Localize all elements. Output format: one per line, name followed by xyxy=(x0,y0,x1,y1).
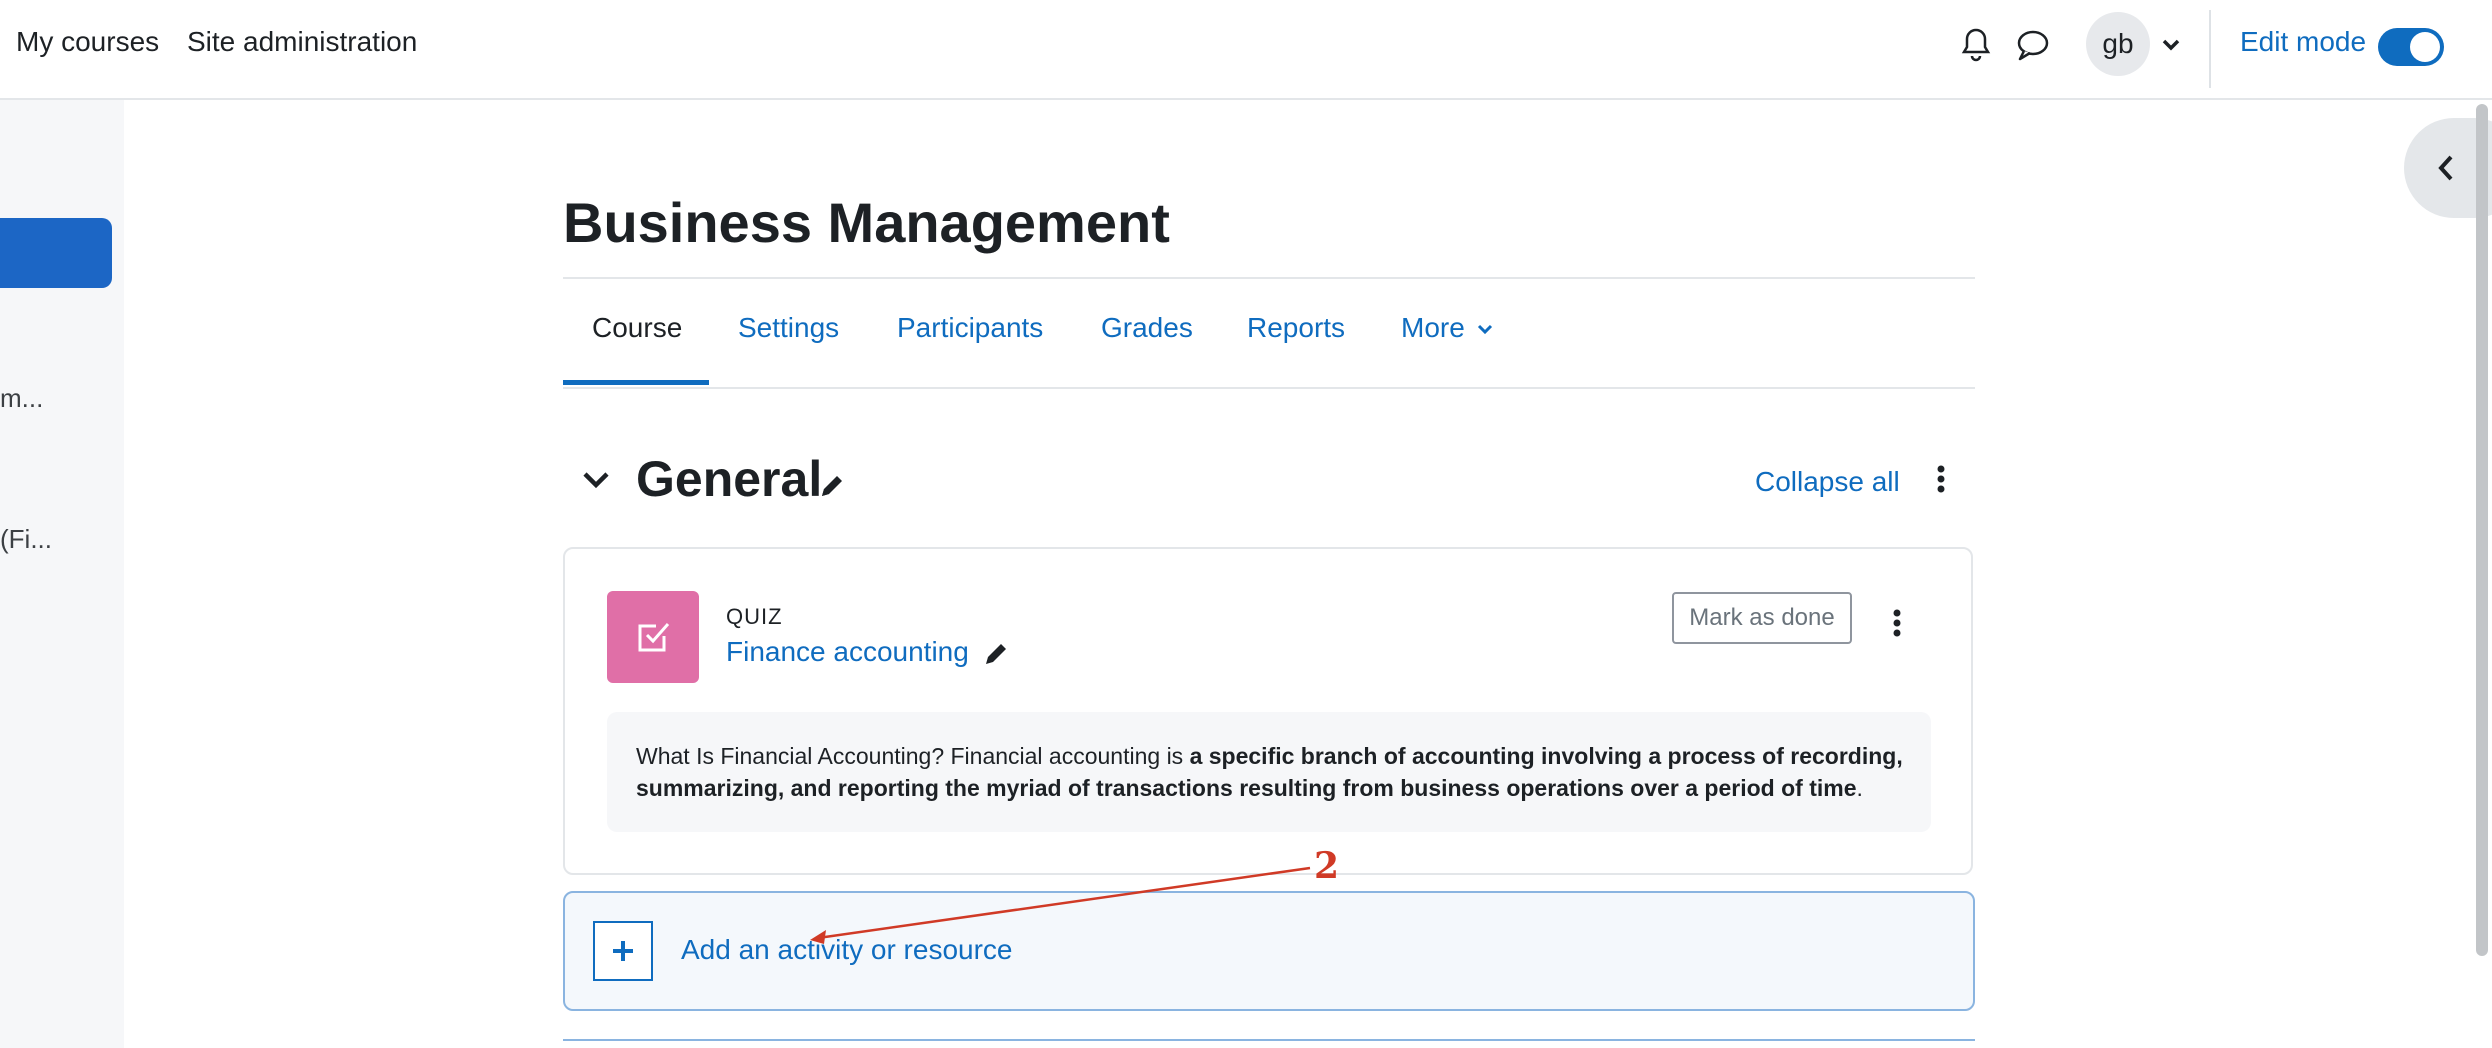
section-bottom-divider xyxy=(563,1039,1975,1041)
activity-type-label: QUIZ xyxy=(726,604,783,629)
tab-settings[interactable]: Settings xyxy=(738,312,839,344)
collapse-section-chevron-icon[interactable] xyxy=(582,470,610,495)
section-title: General xyxy=(636,451,823,507)
user-avatar[interactable]: gb xyxy=(2086,12,2150,76)
description-plain: What Is Financial Accounting? Financial … xyxy=(636,743,1190,769)
annotation-number: 2 xyxy=(1314,845,1340,887)
active-tab-indicator xyxy=(563,380,709,385)
description-end: . xyxy=(1856,775,1863,801)
add-activity-label[interactable]: Add an activity or resource xyxy=(681,934,1013,966)
tab-grades[interactable]: Grades xyxy=(1101,312,1193,344)
tab-reports[interactable]: Reports xyxy=(1247,312,1345,344)
bell-icon[interactable] xyxy=(1960,27,1992,68)
chevron-down-icon xyxy=(1477,324,1492,334)
edit-pencil-icon[interactable] xyxy=(818,472,846,505)
navbar-divider xyxy=(2209,10,2211,88)
toggle-knob xyxy=(2410,32,2440,62)
avatar-initials: gb xyxy=(2102,28,2134,59)
drawer-active-item[interactable] xyxy=(0,218,112,288)
edit-pencil-icon[interactable] xyxy=(982,640,1010,673)
course-index-drawer: m... (Fi... xyxy=(0,100,124,1048)
drawer-item-truncated-1[interactable]: m... xyxy=(0,383,43,414)
tab-participants[interactable]: Participants xyxy=(897,312,1043,344)
edit-mode-toggle[interactable] xyxy=(2378,28,2444,66)
page-scrollbar[interactable] xyxy=(2476,104,2488,956)
plus-icon[interactable] xyxy=(593,921,653,981)
top-navbar: My courses Site administration gb Edit m… xyxy=(0,0,2492,100)
mark-as-done-button[interactable]: Mark as done xyxy=(1672,592,1852,644)
tab-course[interactable]: Course xyxy=(592,312,682,344)
page-title: Business Management xyxy=(563,191,1170,254)
section-kebab-menu-icon[interactable] xyxy=(1935,464,1947,499)
chat-bubble-icon[interactable] xyxy=(2016,29,2050,66)
edit-mode-label: Edit mode xyxy=(2240,26,2367,57)
chevron-down-icon[interactable] xyxy=(2161,38,2181,57)
activity-name-link[interactable]: Finance accounting xyxy=(726,636,969,668)
tab-more-label: More xyxy=(1401,312,1465,343)
quiz-icon[interactable] xyxy=(607,591,699,683)
chevron-left-icon xyxy=(2436,154,2456,187)
tab-more[interactable]: More xyxy=(1401,312,1493,344)
drawer-item-truncated-2[interactable]: (Fi... xyxy=(0,524,52,555)
activity-description: What Is Financial Accounting? Financial … xyxy=(636,740,1916,804)
collapse-all-link[interactable]: Collapse all xyxy=(1755,466,1900,498)
activity-kebab-menu-icon[interactable] xyxy=(1891,608,1903,643)
nav-my-courses[interactable]: My courses xyxy=(16,26,159,58)
tabs-divider xyxy=(563,387,1975,389)
title-divider xyxy=(563,277,1975,279)
nav-site-administration[interactable]: Site administration xyxy=(187,26,417,58)
